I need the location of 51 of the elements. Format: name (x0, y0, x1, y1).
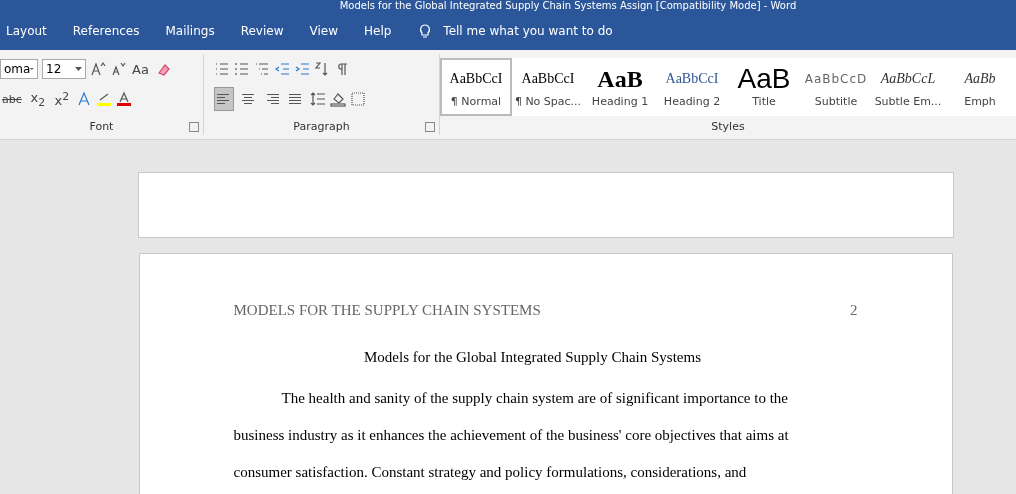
page-number: 2 (850, 302, 858, 319)
style-item[interactable]: AaBbCcD Subtitle (800, 58, 872, 116)
strikethrough-button[interactable]: abc (0, 87, 24, 111)
borders-icon[interactable] (349, 91, 366, 107)
ribbon-tab[interactable]: Layout (6, 24, 60, 38)
grow-font-icon[interactable] (90, 61, 106, 77)
shrink-font-icon[interactable] (110, 61, 126, 77)
superscript-button[interactable]: x$^{2}$ (51, 87, 72, 111)
align-lines-icon (240, 93, 255, 105)
body-paragraph: The health and sanity of the supply chain system are of significant importance to the business industry as it enhances the achievement of the business' core objectives that aims at consumer satisfaction. Constant strategy and policy formulations, considerations, and (233, 389, 790, 482)
font-color-icon[interactable] (115, 91, 132, 107)
ribbon-tab[interactable]: Review (240, 24, 297, 38)
ribbon-tab[interactable]: References (72, 24, 153, 38)
style-item[interactable]: AaBb Emph (944, 58, 1016, 116)
document-title: Models for the Global Integrated Supply Chain Systems (362, 349, 702, 366)
align-lines-icon (216, 93, 231, 105)
ribbon-tab[interactable]: Mailings (165, 24, 228, 38)
align-left-button[interactable] (213, 87, 234, 111)
window-title: Models for the Global Integrated Supply Chain Systems Assign [Compatibility Mode] - Word (338, 0, 798, 12)
caret-icon[interactable] (75, 67, 82, 71)
ribbon-tab[interactable]: Help (364, 24, 405, 38)
multilevel-list-icon[interactable] (253, 61, 270, 77)
change-case-button[interactable]: Aa (130, 57, 151, 81)
highlighter-icon[interactable] (95, 91, 112, 107)
font-name-field[interactable]: oma (0, 59, 38, 79)
style-item[interactable]: AaB Title (728, 58, 800, 116)
style-item[interactable]: AaBbCcI ¶ No Spac... (512, 58, 584, 116)
line-spacing-icon[interactable] (309, 91, 326, 107)
font-size-field[interactable]: 12 (42, 59, 86, 79)
group-label: Styles (710, 120, 746, 135)
caret-icon[interactable] (30, 67, 34, 71)
group-label: Paragraph (292, 120, 351, 135)
style-item[interactable]: AaB Heading 1 (584, 58, 656, 116)
ribbon-tab[interactable]: View (309, 24, 351, 38)
shading-icon[interactable] (329, 91, 346, 107)
style-item[interactable]: AaBbCcI Heading 2 (656, 58, 728, 116)
style-item[interactable]: AaBbCcI ¶ Normal (440, 58, 512, 116)
style-item[interactable]: AaBbCcL Subtle Em... (872, 58, 944, 116)
group-label: Font (88, 120, 115, 135)
subscript-button[interactable]: x$_{2}$ (27, 87, 48, 111)
align-lines-icon (264, 93, 279, 105)
increase-indent-icon[interactable] (293, 61, 310, 77)
sort-icon[interactable] (313, 61, 330, 77)
dialog-launcher-icon[interactable] (425, 122, 435, 132)
running-head: MODELS FOR THE SUPPLY CHAIN SYSTEMS (233, 302, 541, 319)
numbering-icon[interactable] (233, 61, 250, 77)
dialog-launcher-icon[interactable] (188, 122, 199, 132)
text-effects-icon[interactable] (75, 91, 92, 107)
tell-me-field[interactable]: Tell me what you want to do (443, 24, 613, 38)
decrease-indent-icon[interactable] (273, 61, 290, 77)
align-lines-icon (288, 93, 303, 105)
